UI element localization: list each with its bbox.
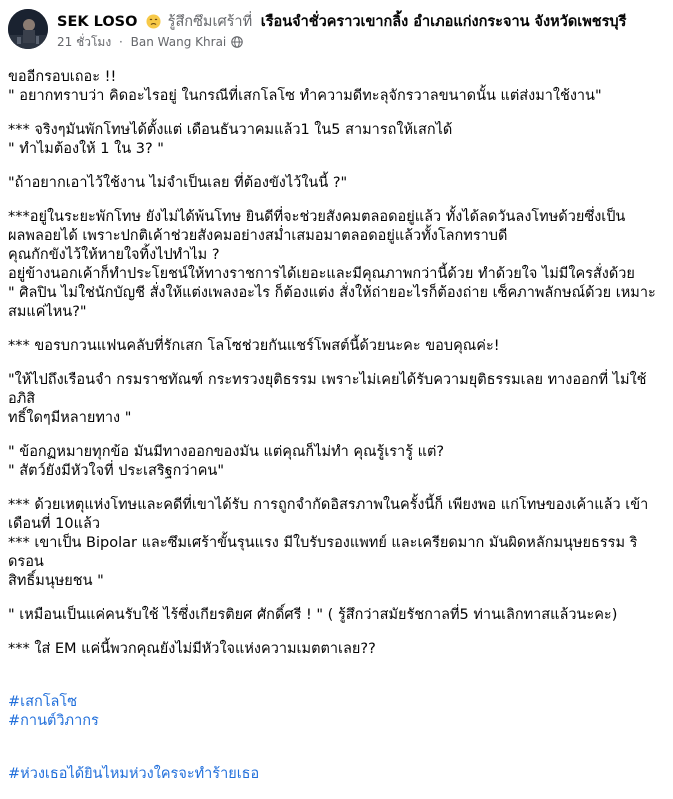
author-name[interactable]: SEK LOSO — [57, 14, 137, 30]
meta-separator: · — [119, 35, 123, 49]
hashtag-line-2: #ห่วงเธอได้ยินไหมห่วงใครจะทำร้ายเธอ — [8, 746, 663, 784]
post-header-line: SEK LOSO รู้สึกซึมเศร้าที่ เรือนจำชั่วคร… — [57, 13, 626, 34]
paragraph-2: *** จริงๆมันพักโทษได้ตั้งแต่ เดือนธันวาค… — [8, 122, 453, 157]
post-header: SEK LOSO รู้สึกซึมเศร้าที่ เรือนจำชั่วคร… — [8, 6, 673, 56]
paragraph-7: " ข้อกฏหมายทุกข้อ มันมีทางออกของมัน แต่ค… — [8, 444, 445, 479]
paragraph-5: *** ขอรบกวนแฟนคลับที่รักเสก โลโซช่วยกันแ… — [8, 338, 500, 354]
paragraph-9: " เหมือนเป็นแค่คนรับใช้ ไร้ซึ่งเกียรติยศ… — [8, 607, 618, 623]
paragraph-6: "ให้ไปถึงเรือนจำ กรมราชทัณฑ์ กระทรวงยุติ… — [8, 372, 647, 426]
hashtag-link[interactable]: #ห่วงเธอได้ยินไหมห่วงใครจะทำร้ายเธอ — [8, 766, 259, 782]
post-meta: 21 ชั่วโมง · Ban Wang Khrai — [57, 34, 247, 52]
feeling-text: รู้สึกซึมเศร้าที่ — [167, 14, 253, 30]
paragraph-1: ขออีกรอบเถอะ !! " อยากทราบว่า คิดอะไรอยู… — [8, 69, 602, 104]
hashtag-line-1: #เสกโลโซ #กานต์วิภากร — [8, 674, 663, 731]
hashtag-link[interactable]: #เสกโลโซ — [8, 694, 77, 710]
avatar-image — [8, 9, 48, 49]
paragraph-8: *** ด้วยเหตุแห่งโทษและคดีที่เขาได้รับ กา… — [8, 497, 649, 589]
paragraph-4: ***อยู่ในระยะพักโทษ ยังไม่ได้พ้นโทษ ยินด… — [8, 209, 656, 320]
globe-icon[interactable] — [231, 36, 243, 52]
location-link[interactable]: เรือนจำชั่วคราวเขากลิ้ง อำเภอแก่งกระจาน … — [261, 14, 627, 30]
facebook-post: SEK LOSO รู้สึกซึมเศร้าที่ เรือนจำชั่วคร… — [0, 0, 673, 782]
paragraph-3: "ถ้าอยากเอาไว้ใช้งาน ไม่จำเป็นเลย ที่ต้อ… — [8, 175, 348, 191]
avatar[interactable] — [8, 9, 48, 49]
post-body: ขออีกรอบเถอะ !! " อยากทราบว่า คิดอะไรอยู… — [8, 68, 663, 799]
paragraph-10: *** ใส่ EM แค่นี้พวกคุณยังไม่มีหัวใจแห่ง… — [8, 641, 376, 657]
hashtag-link[interactable]: #กานต์วิภากร — [8, 713, 99, 729]
post-place[interactable]: Ban Wang Khrai — [131, 35, 227, 49]
post-time[interactable]: 21 ชั่วโมง — [57, 35, 111, 49]
sad-face-emoji — [146, 14, 161, 34]
